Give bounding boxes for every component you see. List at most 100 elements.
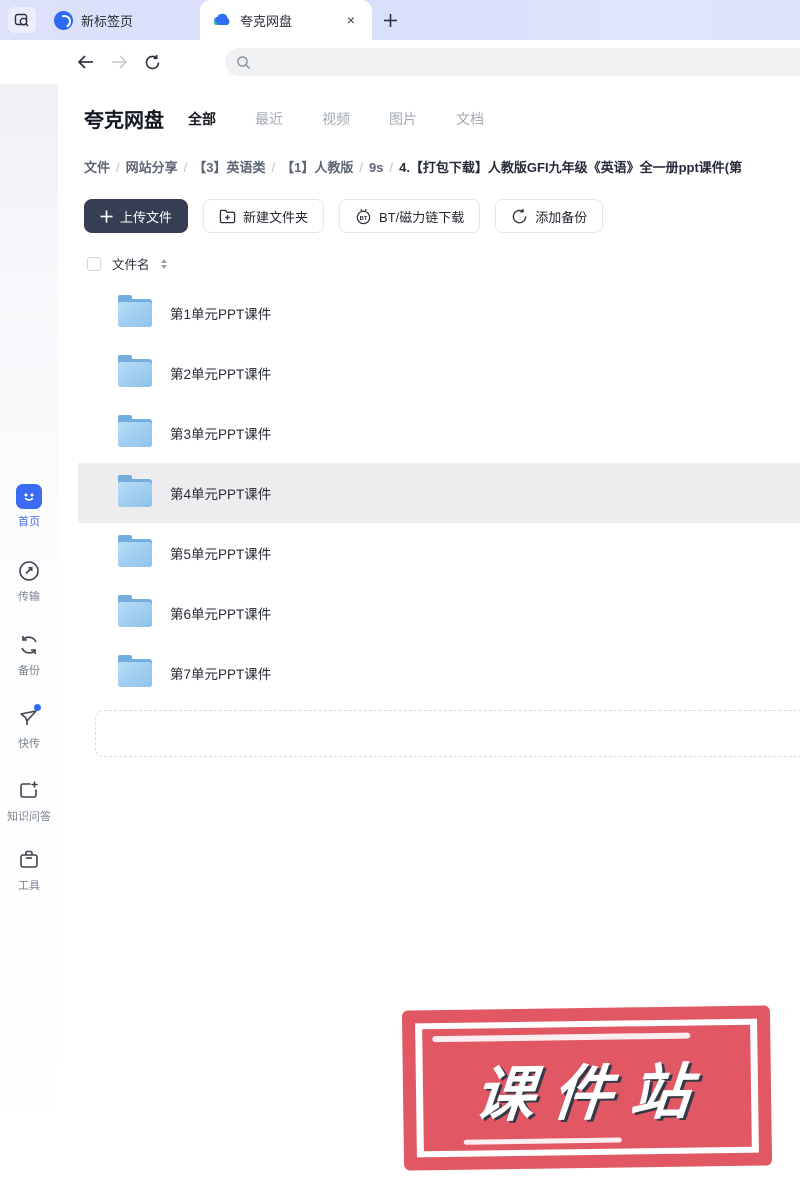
- file-name[interactable]: 第4单元PPT课件: [170, 483, 271, 503]
- sidebar-item-label: 知识问答: [7, 811, 51, 823]
- sidebar-item-label: 备份: [18, 665, 40, 677]
- knowledge-qa-icon: [16, 778, 42, 804]
- select-all-checkbox[interactable]: [87, 256, 101, 271]
- address-search-bar[interactable]: [225, 48, 800, 76]
- browser-toolbar: [0, 40, 800, 84]
- bt-download-label: BT/磁力链下载: [379, 209, 465, 225]
- table-row[interactable]: 第5单元PPT课件: [78, 523, 800, 583]
- breadcrumb: 文件 / 网站分享 / 【3】英语类 / 【1】人教版 / 9s / 4.【打包下载】人教版GFI九…: [84, 157, 800, 176]
- folder-icon: [118, 475, 152, 507]
- backup-icon: [16, 632, 42, 658]
- upload-file-label: 上传文件: [120, 209, 173, 225]
- file-name[interactable]: 第7单元PPT课件: [170, 663, 271, 683]
- table-row[interactable]: 第1单元PPT课件: [78, 283, 800, 343]
- tab-image[interactable]: 图片: [389, 109, 417, 129]
- breadcrumb-item[interactable]: 9s: [369, 160, 383, 175]
- new-folder-button[interactable]: 新建文件夹: [203, 199, 325, 233]
- stamp-text: 课件站: [471, 1057, 712, 1129]
- breadcrumb-item[interactable]: 【1】人教版: [281, 160, 353, 175]
- browser-tab-strip: 新标签页 夸克网盘 ×: [0, 0, 800, 40]
- view-tabs: 全部 最近 视频 图片 文档: [188, 109, 484, 129]
- file-list: 第1单元PPT课件 第2单元PPT课件 第3单元PPT课件 第4单元PPT课件 …: [78, 283, 800, 703]
- breadcrumb-item[interactable]: 文件: [84, 160, 110, 175]
- tab-search-icon[interactable]: [8, 7, 36, 33]
- search-input[interactable]: [258, 54, 778, 70]
- tools-icon: [16, 847, 42, 873]
- file-name[interactable]: 第5单元PPT课件: [170, 543, 271, 563]
- breadcrumb-item[interactable]: 网站分享: [126, 160, 178, 175]
- breadcrumb-separator: /: [271, 160, 276, 175]
- folder-icon: [118, 295, 152, 327]
- folder-icon: [118, 595, 152, 627]
- new-folder-label: 新建文件夹: [243, 209, 309, 225]
- new-folder-icon: [219, 209, 236, 223]
- stamp-background: 课件站: [422, 1024, 752, 1152]
- tab-quark-drive[interactable]: 夸克网盘 ×: [200, 0, 372, 40]
- sidebar-item-quick-send[interactable]: 快传: [0, 704, 58, 751]
- file-name[interactable]: 第2单元PPT课件: [170, 363, 271, 383]
- table-row[interactable]: 第7单元PPT课件: [78, 643, 800, 703]
- table-row[interactable]: 第3单元PPT课件: [78, 403, 800, 463]
- sidebar-item-label: 传输: [18, 591, 40, 603]
- sidebar-item-transfer[interactable]: 传输: [0, 558, 58, 604]
- quark-browser-logo-icon: [54, 10, 73, 30]
- folder-icon: [118, 415, 152, 447]
- new-tab-button[interactable]: [378, 8, 402, 32]
- sidebar-item-home[interactable]: 首页: [0, 484, 58, 529]
- back-icon[interactable]: [76, 52, 96, 72]
- action-bar: 上传文件 新建文件夹 BT BT/磁力链下载 添加备份: [84, 199, 604, 233]
- transfer-icon: [16, 558, 42, 584]
- breadcrumb-separator: /: [116, 160, 120, 175]
- bt-download-icon: BT: [356, 208, 371, 224]
- bt-magnet-download-button[interactable]: BT BT/磁力链下载: [339, 199, 481, 233]
- search-icon: [237, 55, 250, 69]
- table-row[interactable]: 第2单元PPT课件: [78, 343, 800, 403]
- reload-icon[interactable]: [142, 52, 162, 72]
- folder-icon: [118, 655, 152, 687]
- breadcrumb-separator: /: [183, 160, 188, 175]
- folder-icon: [118, 535, 152, 567]
- folder-icon: [118, 355, 152, 387]
- table-row[interactable]: 第6单元PPT课件: [78, 583, 800, 643]
- tab-document[interactable]: 文档: [456, 109, 484, 129]
- page-title: 夸克网盘: [84, 110, 164, 132]
- tab-video[interactable]: 视频: [322, 109, 350, 129]
- forward-icon[interactable]: [109, 52, 129, 72]
- add-backup-label: 添加备份: [535, 209, 588, 225]
- tab-label: 夸克网盘: [240, 13, 293, 29]
- sidebar-item-knowledge-qa[interactable]: 知识问答: [0, 778, 58, 824]
- sidebar-item-label: 工具: [18, 880, 40, 892]
- file-list-header: 文件名: [87, 254, 167, 273]
- breadcrumb-separator: /: [389, 160, 394, 175]
- tab-all[interactable]: 全部: [188, 109, 216, 129]
- tab-new-tab-page[interactable]: 新标签页: [42, 0, 192, 40]
- browser-window: 新标签页 夸克网盘 × 首页 传输 备份 快传 知识问答 工具 夸克网盘 全部 …: [0, 0, 800, 1200]
- notification-dot: [34, 704, 41, 711]
- sidebar: 首页 传输 备份 快传 知识问答 工具: [0, 84, 58, 1200]
- table-row-selected[interactable]: 第4单元PPT课件: [78, 463, 800, 523]
- filename-column-header[interactable]: 文件名: [112, 254, 150, 273]
- sidebar-item-label: 快传: [18, 738, 40, 750]
- svg-text:BT: BT: [360, 215, 368, 221]
- home-icon: [16, 484, 42, 509]
- tab-label: 新标签页: [81, 13, 134, 29]
- quick-send-icon: [16, 704, 42, 731]
- sidebar-item-backup[interactable]: 备份: [0, 632, 58, 678]
- breadcrumb-separator: /: [359, 160, 363, 175]
- file-name[interactable]: 第1单元PPT课件: [170, 303, 271, 323]
- file-name[interactable]: 第3单元PPT课件: [170, 423, 271, 443]
- file-name[interactable]: 第6单元PPT课件: [170, 603, 271, 623]
- cloud-drive-logo-icon: [213, 13, 230, 26]
- sort-icon[interactable]: [160, 258, 167, 269]
- upload-dropzone[interactable]: [95, 710, 800, 757]
- add-backup-icon: [513, 208, 527, 223]
- plus-icon: [100, 210, 113, 222]
- breadcrumb-item[interactable]: 【3】英语类: [193, 160, 265, 175]
- sidebar-item-tools[interactable]: 工具: [0, 847, 58, 893]
- add-backup-button[interactable]: 添加备份: [495, 199, 604, 233]
- watermark-stamp: 课件站: [401, 1005, 773, 1171]
- close-icon[interactable]: ×: [342, 11, 360, 29]
- upload-file-button[interactable]: 上传文件: [84, 199, 189, 233]
- sidebar-item-label: 首页: [18, 516, 40, 528]
- tab-recent[interactable]: 最近: [255, 109, 283, 129]
